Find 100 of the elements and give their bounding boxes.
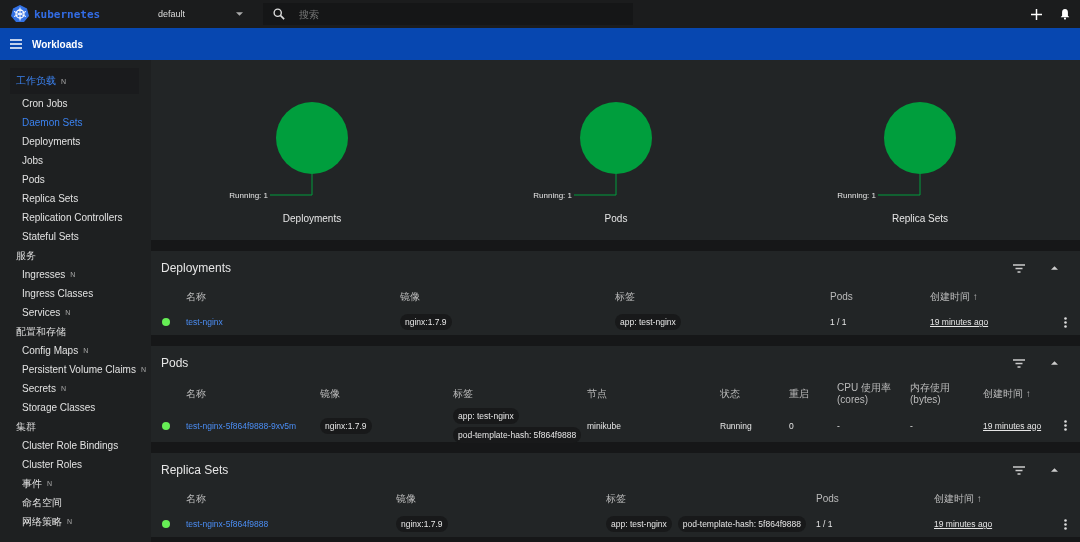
- age-text: 19 minutes ago: [930, 317, 989, 327]
- column-header[interactable]: 名称: [186, 388, 320, 400]
- menu-icon[interactable]: [10, 39, 22, 49]
- collapse-caret-icon[interactable]: [1051, 468, 1058, 472]
- item-label: Daemon Sets: [22, 117, 83, 128]
- item-label: Cluster Roles: [22, 459, 83, 470]
- item-label: Pods: [22, 174, 45, 185]
- item-label: 命名空间: [22, 495, 62, 510]
- filter-icon[interactable]: [1013, 465, 1025, 475]
- search-icon: [273, 8, 285, 20]
- collapse-caret-icon[interactable]: [1051, 266, 1058, 270]
- item-label: Cron Jobs: [22, 98, 68, 109]
- sidebar-item[interactable]: Stateful Sets: [0, 227, 151, 246]
- column-header[interactable]: 名称: [186, 291, 400, 303]
- item-label: Jobs: [22, 155, 44, 166]
- item-label: Storage Classes: [22, 402, 96, 413]
- item-label: Deployments: [22, 136, 81, 147]
- column-header[interactable]: 创建时间 ↑: [983, 388, 1050, 400]
- namespace-select[interactable]: default: [158, 9, 243, 19]
- column-header[interactable]: 创建时间 ↑: [934, 493, 1050, 505]
- more-options-icon[interactable]: [1063, 420, 1067, 431]
- sidebar-item[interactable]: Daemon Sets: [0, 113, 151, 132]
- pie-chart-drawing: [276, 102, 348, 174]
- sidebar-item[interactable]: Cluster Role Bindings: [0, 436, 151, 455]
- item-label: Stateful Sets: [22, 231, 79, 242]
- card-title: Deployments: [161, 261, 233, 275]
- sidebar-section[interactable]: 集群: [0, 417, 139, 436]
- item-label: Secrets: [22, 383, 56, 394]
- slice-label: Running: 1: [837, 191, 876, 200]
- helm-wheel-logo-icon: [10, 4, 30, 24]
- resource-link[interactable]: test-nginx-5f864f9888-9xv5m: [186, 420, 297, 431]
- column-header[interactable]: 创建时间 ↑: [930, 291, 1050, 303]
- cell-text: Running: [720, 420, 752, 431]
- item-label: Persistent Volume Claims: [22, 364, 136, 375]
- sidebar-item[interactable]: Jobs: [0, 151, 151, 170]
- cell-text: 1 / 1: [830, 317, 847, 327]
- filter-icon[interactable]: [1013, 358, 1025, 368]
- cell-text: 0: [789, 420, 794, 431]
- label-chip: pod-template-hash: 5f864f9888: [453, 427, 582, 443]
- sidebar-section[interactable]: 配置和存储: [0, 322, 139, 341]
- chart-title: Replica Sets: [891, 213, 949, 224]
- item-label: Replica Sets: [22, 193, 79, 204]
- item-label: Ingress Classes: [22, 288, 94, 299]
- age-text: 19 minutes ago: [983, 420, 1042, 431]
- resource-link[interactable]: test-nginx: [186, 317, 223, 327]
- search-field[interactable]: 搜索: [263, 3, 633, 25]
- caret-down-icon: [236, 12, 243, 16]
- column-header[interactable]: 镜像: [320, 388, 453, 400]
- sidebar-item[interactable]: Cluster Roles: [0, 455, 151, 474]
- column-header[interactable]: 标签: [615, 291, 830, 303]
- card-title: Pods: [161, 356, 190, 370]
- column-header[interactable]: 镜像: [396, 493, 606, 505]
- leader-line: [877, 173, 921, 196]
- slice-label: Running: 1: [533, 191, 572, 200]
- sidebar-item[interactable]: Ingress Classes: [0, 284, 151, 303]
- cell-text: minikube: [587, 420, 622, 431]
- column-header[interactable]: 重启: [789, 388, 837, 400]
- sidebar-item[interactable]: Replication Controllers: [0, 208, 151, 227]
- item-label: 事件: [22, 476, 42, 491]
- section-label: 工作负载: [16, 74, 56, 88]
- sidebar-item[interactable]: Replica Sets: [0, 189, 151, 208]
- filter-icon[interactable]: [1013, 263, 1025, 273]
- item-label: Services: [22, 307, 61, 318]
- column-header[interactable]: 镜像: [400, 291, 615, 303]
- column-header[interactable]: 标签: [606, 493, 816, 505]
- page-title: Workloads: [32, 38, 83, 50]
- resource-link[interactable]: test-nginx-5f864f9888: [186, 519, 269, 529]
- sidebar-item[interactable]: Storage Classes: [0, 398, 151, 417]
- column-header[interactable]: CPU 使用率 (cores): [837, 382, 910, 406]
- column-header[interactable]: 标签: [453, 388, 587, 400]
- plus-icon[interactable]: [1031, 8, 1042, 20]
- item-label: Cluster Role Bindings: [22, 440, 119, 451]
- age-text: 19 minutes ago: [934, 519, 993, 529]
- column-header[interactable]: 内存使用 (bytes): [910, 382, 983, 406]
- label-chip: nginx:1.7.9: [396, 516, 448, 532]
- column-header[interactable]: 名称: [186, 493, 396, 505]
- slice-label: Running: 1: [229, 191, 268, 200]
- label-chip: app: test-nginx: [606, 516, 672, 532]
- column-header[interactable]: 状态: [720, 388, 789, 400]
- section-label: 配置和存储: [16, 324, 66, 339]
- collapse-caret-icon[interactable]: [1051, 361, 1058, 365]
- label-chip: nginx:1.7.9: [320, 417, 372, 434]
- item-label: Replication Controllers: [22, 212, 123, 223]
- sidebar-item[interactable]: Cron Jobs: [0, 94, 151, 113]
- more-options-icon[interactable]: [1063, 316, 1067, 328]
- sidebar-item[interactable]: 命名空间: [0, 493, 151, 512]
- column-header[interactable]: Pods: [830, 291, 930, 303]
- leader-line: [269, 173, 313, 196]
- cell-text: -: [910, 420, 913, 431]
- column-header[interactable]: Pods: [816, 493, 934, 505]
- bell-icon[interactable]: [1060, 8, 1070, 20]
- sidebar-section[interactable]: 服务: [0, 246, 139, 265]
- more-options-icon[interactable]: [1063, 518, 1067, 530]
- sidebar-item[interactable]: Pods: [0, 170, 151, 189]
- label-chip: pod-template-hash: 5f864f9888: [677, 516, 806, 532]
- sidebar-item[interactable]: Deployments: [0, 132, 151, 151]
- section-label: 集群: [16, 419, 36, 434]
- column-header[interactable]: 节点: [587, 388, 720, 400]
- logo-text: kubernetes: [34, 7, 101, 21]
- item-label: Ingresses: [22, 269, 66, 280]
